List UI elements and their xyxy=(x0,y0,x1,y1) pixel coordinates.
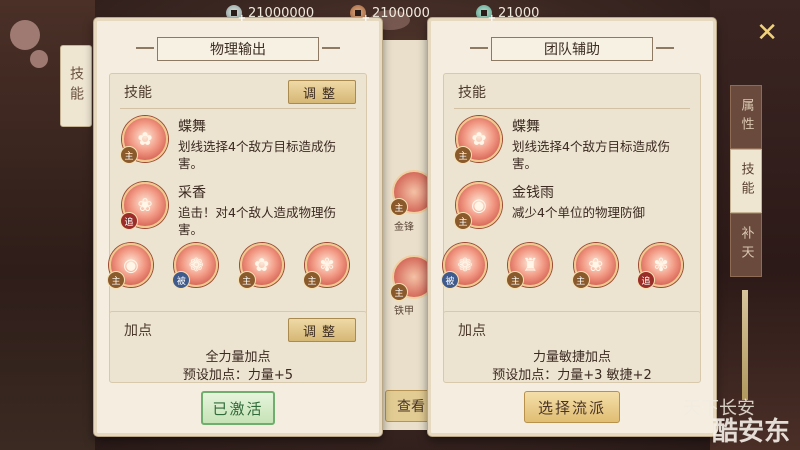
tab-skills[interactable]: 技能 xyxy=(730,149,762,213)
skill-type-badge: 被 xyxy=(441,271,459,289)
blossom-decoration xyxy=(10,20,40,50)
skill-type-badge: 追 xyxy=(120,212,138,230)
skill-type-badge: 主 xyxy=(506,271,525,289)
coins-skill-icon[interactable]: ◉ 主 xyxy=(107,243,153,289)
skill-description: 减少4个单位的物理防御 xyxy=(512,205,645,220)
butterfly-skill-icon[interactable]: ✾ 主 xyxy=(302,243,349,289)
points-section: 加点 调整 全力量加点 预设加点：力量+5 xyxy=(109,311,367,383)
close-icon[interactable]: ✕ xyxy=(756,20,778,46)
skill-entry[interactable]: ✿ 主 蝶舞 划线选择4个敌方目标造成伤害。 xyxy=(120,116,358,172)
middle-skill-label: 金锋 xyxy=(394,222,414,233)
skill-name: 蝶舞 xyxy=(512,119,540,135)
flower-skill-icon[interactable]: ❀ 主 xyxy=(571,243,618,289)
tab-skills-left[interactable]: 技能 xyxy=(60,45,92,127)
activated-button[interactable]: 已激活 xyxy=(201,391,275,425)
points-preset-values: 预设加点：力量+3 敏捷+2 xyxy=(492,368,652,383)
section-divider xyxy=(120,108,356,109)
skill-type-badge: 主 xyxy=(390,198,408,216)
lotus-skill-icon[interactable]: ❁ 被 xyxy=(172,243,219,289)
skill-type-badge: 主 xyxy=(120,146,138,164)
flower-skill-icon: ❀ 追 xyxy=(120,182,168,230)
skill-type-badge: 主 xyxy=(390,283,408,301)
adjust-points-button[interactable]: 调整 xyxy=(288,318,356,342)
skill-type-badge: 主 xyxy=(454,212,472,230)
skill-type-badge: 主 xyxy=(454,146,472,164)
skill-description: 划线选择4个敌方目标造成伤害。 xyxy=(178,139,336,171)
tab-attributes[interactable]: 属性 xyxy=(730,85,762,149)
butterfly-skill-icon[interactable]: ✾ 追 xyxy=(636,243,683,289)
choose-school-button[interactable]: 选择流派 xyxy=(524,391,620,423)
skill-entry[interactable]: ❀ 追 采香 追击！对4个敌人造成物理伤害。 xyxy=(120,182,358,238)
section-divider xyxy=(454,108,690,109)
skill-description: 追击！对4个敌人造成物理伤害。 xyxy=(178,205,336,237)
skill-type-badge: 追 xyxy=(636,271,655,289)
extra-skills-row: ❁ 被 ♜ 主 ❀ 主 ✾ 追 xyxy=(441,243,683,289)
skills-section-label: 技能 xyxy=(124,85,152,101)
butterfly-skill-icon: ✿ 主 xyxy=(120,116,168,164)
tab-butian[interactable]: 补天 xyxy=(730,213,762,277)
points-preset-values: 预设加点：力量+5 xyxy=(182,368,294,383)
figure-skill-icon[interactable]: ♜ 主 xyxy=(506,243,553,289)
skill-type-badge: 被 xyxy=(172,271,191,289)
skill-name: 蝶舞 xyxy=(178,119,206,135)
card-title: 团队辅助 xyxy=(470,37,674,61)
skill-type-badge: 主 xyxy=(107,271,125,289)
skill-type-badge: 主 xyxy=(571,271,590,289)
build-card-support: 团队辅助 技能 ✿ 主 蝶舞 划线选择4个敌方目标造成伤害。 ◉ 主 金钱雨 减… xyxy=(428,18,716,436)
butterfly-skill-icon: ✿ 主 xyxy=(454,116,502,164)
tassel-decoration xyxy=(742,290,748,400)
points-section-label: 加点 xyxy=(458,323,486,339)
card-title: 物理输出 xyxy=(136,37,340,61)
skill-type-badge: 主 xyxy=(302,271,321,289)
skills-section-label: 技能 xyxy=(458,85,486,101)
points-preset-name: 力量敏捷加点 xyxy=(532,350,611,365)
watermark-text: 酷安东 xyxy=(711,417,790,447)
skill-name: 金钱雨 xyxy=(512,185,554,201)
skill-entry[interactable]: ◉ 主 金钱雨 减少4个单位的物理防御 xyxy=(454,182,692,230)
currency-bronze[interactable]: + 2100000 xyxy=(350,4,430,24)
points-section: 加点 力量敏捷加点 预设加点：力量+3 敏捷+2 xyxy=(443,311,701,383)
skill-type-badge: 主 xyxy=(237,271,256,289)
skill-entry[interactable]: ✿ 主 蝶舞 划线选择4个敌方目标造成伤害。 xyxy=(454,116,692,172)
blossom-decoration xyxy=(30,50,48,68)
points-section-label: 加点 xyxy=(124,323,152,339)
butterfly-skill-icon[interactable]: ✿ 主 xyxy=(237,243,284,289)
skill-name: 采香 xyxy=(178,185,206,201)
build-card-physical: 物理输出 技能 调整 ✿ 主 蝶舞 划线选择4个敌方目标造成伤害。 ❀ 追 采香… xyxy=(94,18,382,436)
points-preset-name: 全力量加点 xyxy=(205,350,271,365)
adjust-skills-button[interactable]: 调整 xyxy=(288,80,356,104)
coins-skill-icon: ◉ 主 xyxy=(454,182,502,230)
middle-skill-label: 铁甲 xyxy=(394,306,414,317)
skill-description: 划线选择4个敌方目标造成伤害。 xyxy=(512,139,670,171)
extra-skills-row: ◉ 主 ❁ 被 ✿ 主 ✾ 主 xyxy=(107,243,349,289)
lotus-skill-icon[interactable]: ❁ 被 xyxy=(441,243,487,289)
right-side-tabs: 属性 技能 补天 xyxy=(730,85,762,277)
